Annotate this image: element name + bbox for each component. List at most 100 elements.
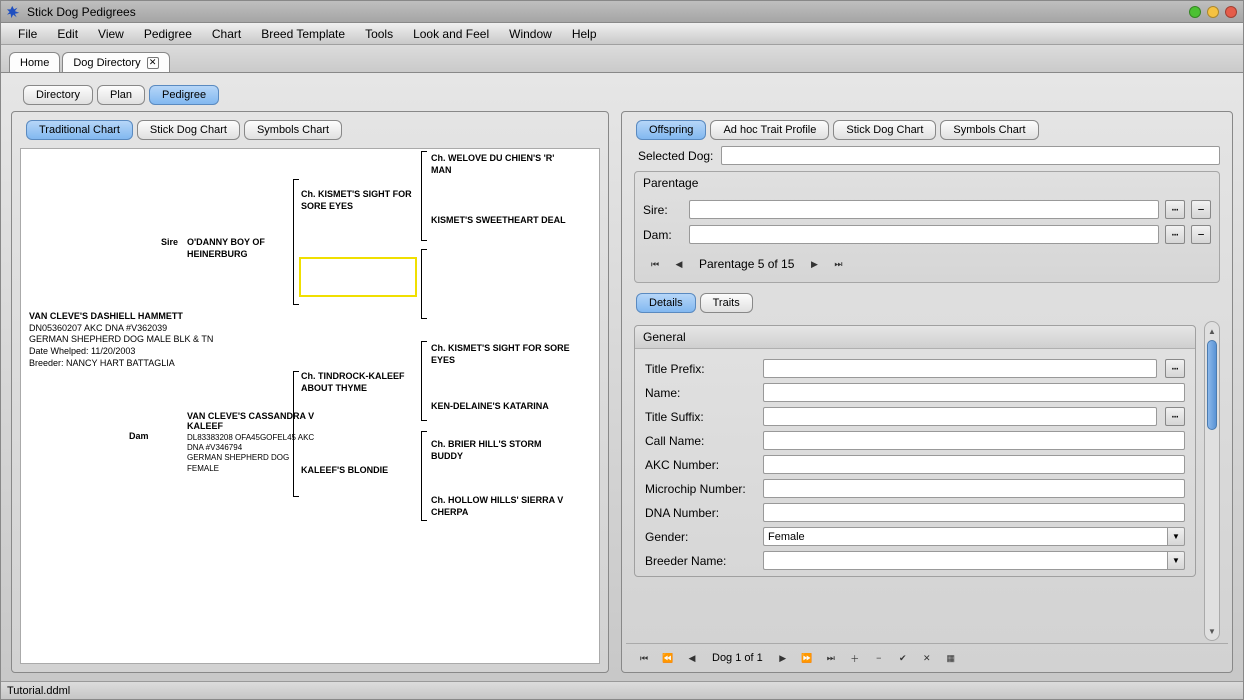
pedigree-g3-ssd: KISMET'S SWEETHEART DEAL [431, 215, 571, 227]
tab-symbols-chart[interactable]: Symbols Chart [244, 120, 342, 140]
menu-view[interactable]: View [89, 25, 133, 43]
menu-breed-template[interactable]: Breed Template [252, 25, 354, 43]
dam-input[interactable] [689, 225, 1159, 244]
selected-dog-row: Selected Dog: [626, 144, 1228, 169]
nav-next-icon[interactable]: ▶ [804, 256, 824, 272]
sire-lookup-button[interactable]: ⋯ [1165, 200, 1185, 219]
row-title-suffix: Title Suffix: ⋯ [645, 407, 1185, 426]
general-legend: General [635, 326, 1195, 349]
selected-dog-input[interactable] [721, 146, 1220, 165]
tab-adhoc-trait-profile[interactable]: Ad hoc Trait Profile [710, 120, 829, 140]
rec-grid-icon[interactable]: ▦ [941, 650, 961, 666]
input-microchip[interactable] [763, 479, 1185, 498]
dam-clear-button[interactable]: − [1191, 225, 1211, 244]
input-title-prefix[interactable] [763, 359, 1157, 378]
menu-help[interactable]: Help [563, 25, 606, 43]
chevron-down-icon[interactable]: ▼ [1167, 527, 1185, 546]
input-dna-number[interactable] [763, 503, 1185, 522]
tab-directory[interactable]: Directory [23, 85, 93, 105]
row-name: Name: [645, 383, 1185, 402]
close-icon[interactable]: ✕ [147, 57, 159, 69]
pedigree-g3-dss: Ch. KISMET'S SIGHT FOR SORE EYES [431, 343, 571, 366]
sire-clear-button[interactable]: − [1191, 200, 1211, 219]
bracket-g3-c [421, 341, 427, 421]
vertical-scrollbar[interactable]: ▲ ▼ [1204, 321, 1220, 641]
combo-gender[interactable]: ▼ [763, 527, 1185, 546]
rec-commit-icon[interactable]: ✔ [893, 650, 913, 666]
tab-plan[interactable]: Plan [97, 85, 145, 105]
rec-fastback-icon[interactable]: ⏪ [658, 650, 678, 666]
label-name: Name: [645, 386, 755, 400]
input-gender[interactable] [763, 527, 1167, 546]
tab-stick-dog-chart-right[interactable]: Stick Dog Chart [833, 120, 936, 140]
tab-pedigree[interactable]: Pedigree [149, 85, 219, 105]
tab-offspring[interactable]: Offspring [636, 120, 706, 140]
row-dna-number: DNA Number: [645, 503, 1185, 522]
record-navigator: ⏮ ⏪ ◀ Dog 1 of 1 ▶ ⏩ ⏭ ＋ − ✔ ✕ ▦ [626, 643, 1228, 668]
maximize-button[interactable] [1207, 6, 1219, 18]
parentage-nav-label: Parentage 5 of 15 [693, 257, 800, 271]
nav-prev-icon[interactable]: ◀ [669, 256, 689, 272]
input-breeder-name[interactable] [763, 551, 1167, 570]
tab-details[interactable]: Details [636, 293, 696, 313]
subject-name: VAN CLEVE'S DASHIELL HAMMETT [29, 311, 183, 321]
nav-last-icon[interactable]: ⏭ [828, 256, 848, 272]
menu-chart[interactable]: Chart [203, 25, 250, 43]
scroll-up-icon[interactable]: ▲ [1208, 324, 1216, 338]
scroll-thumb[interactable] [1207, 340, 1217, 430]
combo-breeder-name[interactable]: ▼ [763, 551, 1185, 570]
menu-edit[interactable]: Edit [48, 25, 87, 43]
dam-row: Dam: ⋯ − [643, 225, 1211, 244]
sire-label: Sire [161, 237, 178, 249]
pedigree-sire-dam-selected[interactable] [299, 257, 417, 297]
minimize-button[interactable] [1189, 6, 1201, 18]
rec-next-icon[interactable]: ▶ [773, 650, 793, 666]
menu-window[interactable]: Window [500, 25, 561, 43]
doc-tab-home[interactable]: Home [9, 52, 60, 72]
lookup-title-prefix-button[interactable]: ⋯ [1165, 359, 1185, 378]
menu-tools[interactable]: Tools [356, 25, 402, 43]
bracket-dam [293, 371, 299, 497]
input-call-name[interactable] [763, 431, 1185, 450]
row-breeder-name: Breeder Name: ▼ [645, 551, 1185, 570]
close-button[interactable] [1225, 6, 1237, 18]
label-title-prefix: Title Prefix: [645, 362, 755, 376]
scroll-down-icon[interactable]: ▼ [1208, 624, 1216, 638]
subject-whelped: Date Whelped: 11/20/2003 [29, 346, 135, 356]
status-bar: Tutorial.ddml [1, 681, 1243, 699]
input-name[interactable] [763, 383, 1185, 402]
subject-reg: DN05360207 AKC DNA #V362039 [29, 323, 167, 333]
input-akc-number[interactable] [763, 455, 1185, 474]
label-dna-number: DNA Number: [645, 506, 755, 520]
nav-first-icon[interactable]: ⏮ [645, 256, 665, 272]
rec-remove-icon[interactable]: − [869, 650, 889, 666]
rec-fastfwd-icon[interactable]: ⏩ [797, 650, 817, 666]
dam-label: Dam: [643, 228, 683, 242]
rec-first-icon[interactable]: ⏮ [634, 650, 654, 666]
doc-tab-label: Dog Directory [73, 57, 140, 69]
rec-last-icon[interactable]: ⏭ [821, 650, 841, 666]
chevron-down-icon[interactable]: ▼ [1167, 551, 1185, 570]
menu-pedigree[interactable]: Pedigree [135, 25, 201, 43]
tab-traits[interactable]: Traits [700, 293, 753, 313]
menu-look-and-feel[interactable]: Look and Feel [404, 25, 498, 43]
tab-symbols-chart-right[interactable]: Symbols Chart [940, 120, 1038, 140]
lookup-title-suffix-button[interactable]: ⋯ [1165, 407, 1185, 426]
dam-lookup-button[interactable]: ⋯ [1165, 225, 1185, 244]
main-split: Traditional Chart Stick Dog Chart Symbol… [11, 111, 1233, 673]
tab-traditional-chart[interactable]: Traditional Chart [26, 120, 133, 140]
sire-row: Sire: ⋯ − [643, 200, 1211, 219]
window-title: Stick Dog Pedigrees [27, 5, 1183, 19]
tab-stick-dog-chart[interactable]: Stick Dog Chart [137, 120, 240, 140]
rec-prev-icon[interactable]: ◀ [682, 650, 702, 666]
doc-tab-dog-directory[interactable]: Dog Directory ✕ [62, 52, 169, 72]
window-controls [1189, 6, 1237, 18]
app-window: Stick Dog Pedigrees File Edit View Pedig… [0, 0, 1244, 700]
input-title-suffix[interactable] [763, 407, 1157, 426]
subject-breeder: Breeder: NANCY HART BATTAGLIA [29, 358, 175, 368]
menu-file[interactable]: File [9, 25, 46, 43]
sire-input[interactable] [689, 200, 1159, 219]
rec-add-icon[interactable]: ＋ [845, 650, 865, 666]
rec-cancel-icon[interactable]: ✕ [917, 650, 937, 666]
menubar: File Edit View Pedigree Chart Breed Temp… [1, 23, 1243, 45]
